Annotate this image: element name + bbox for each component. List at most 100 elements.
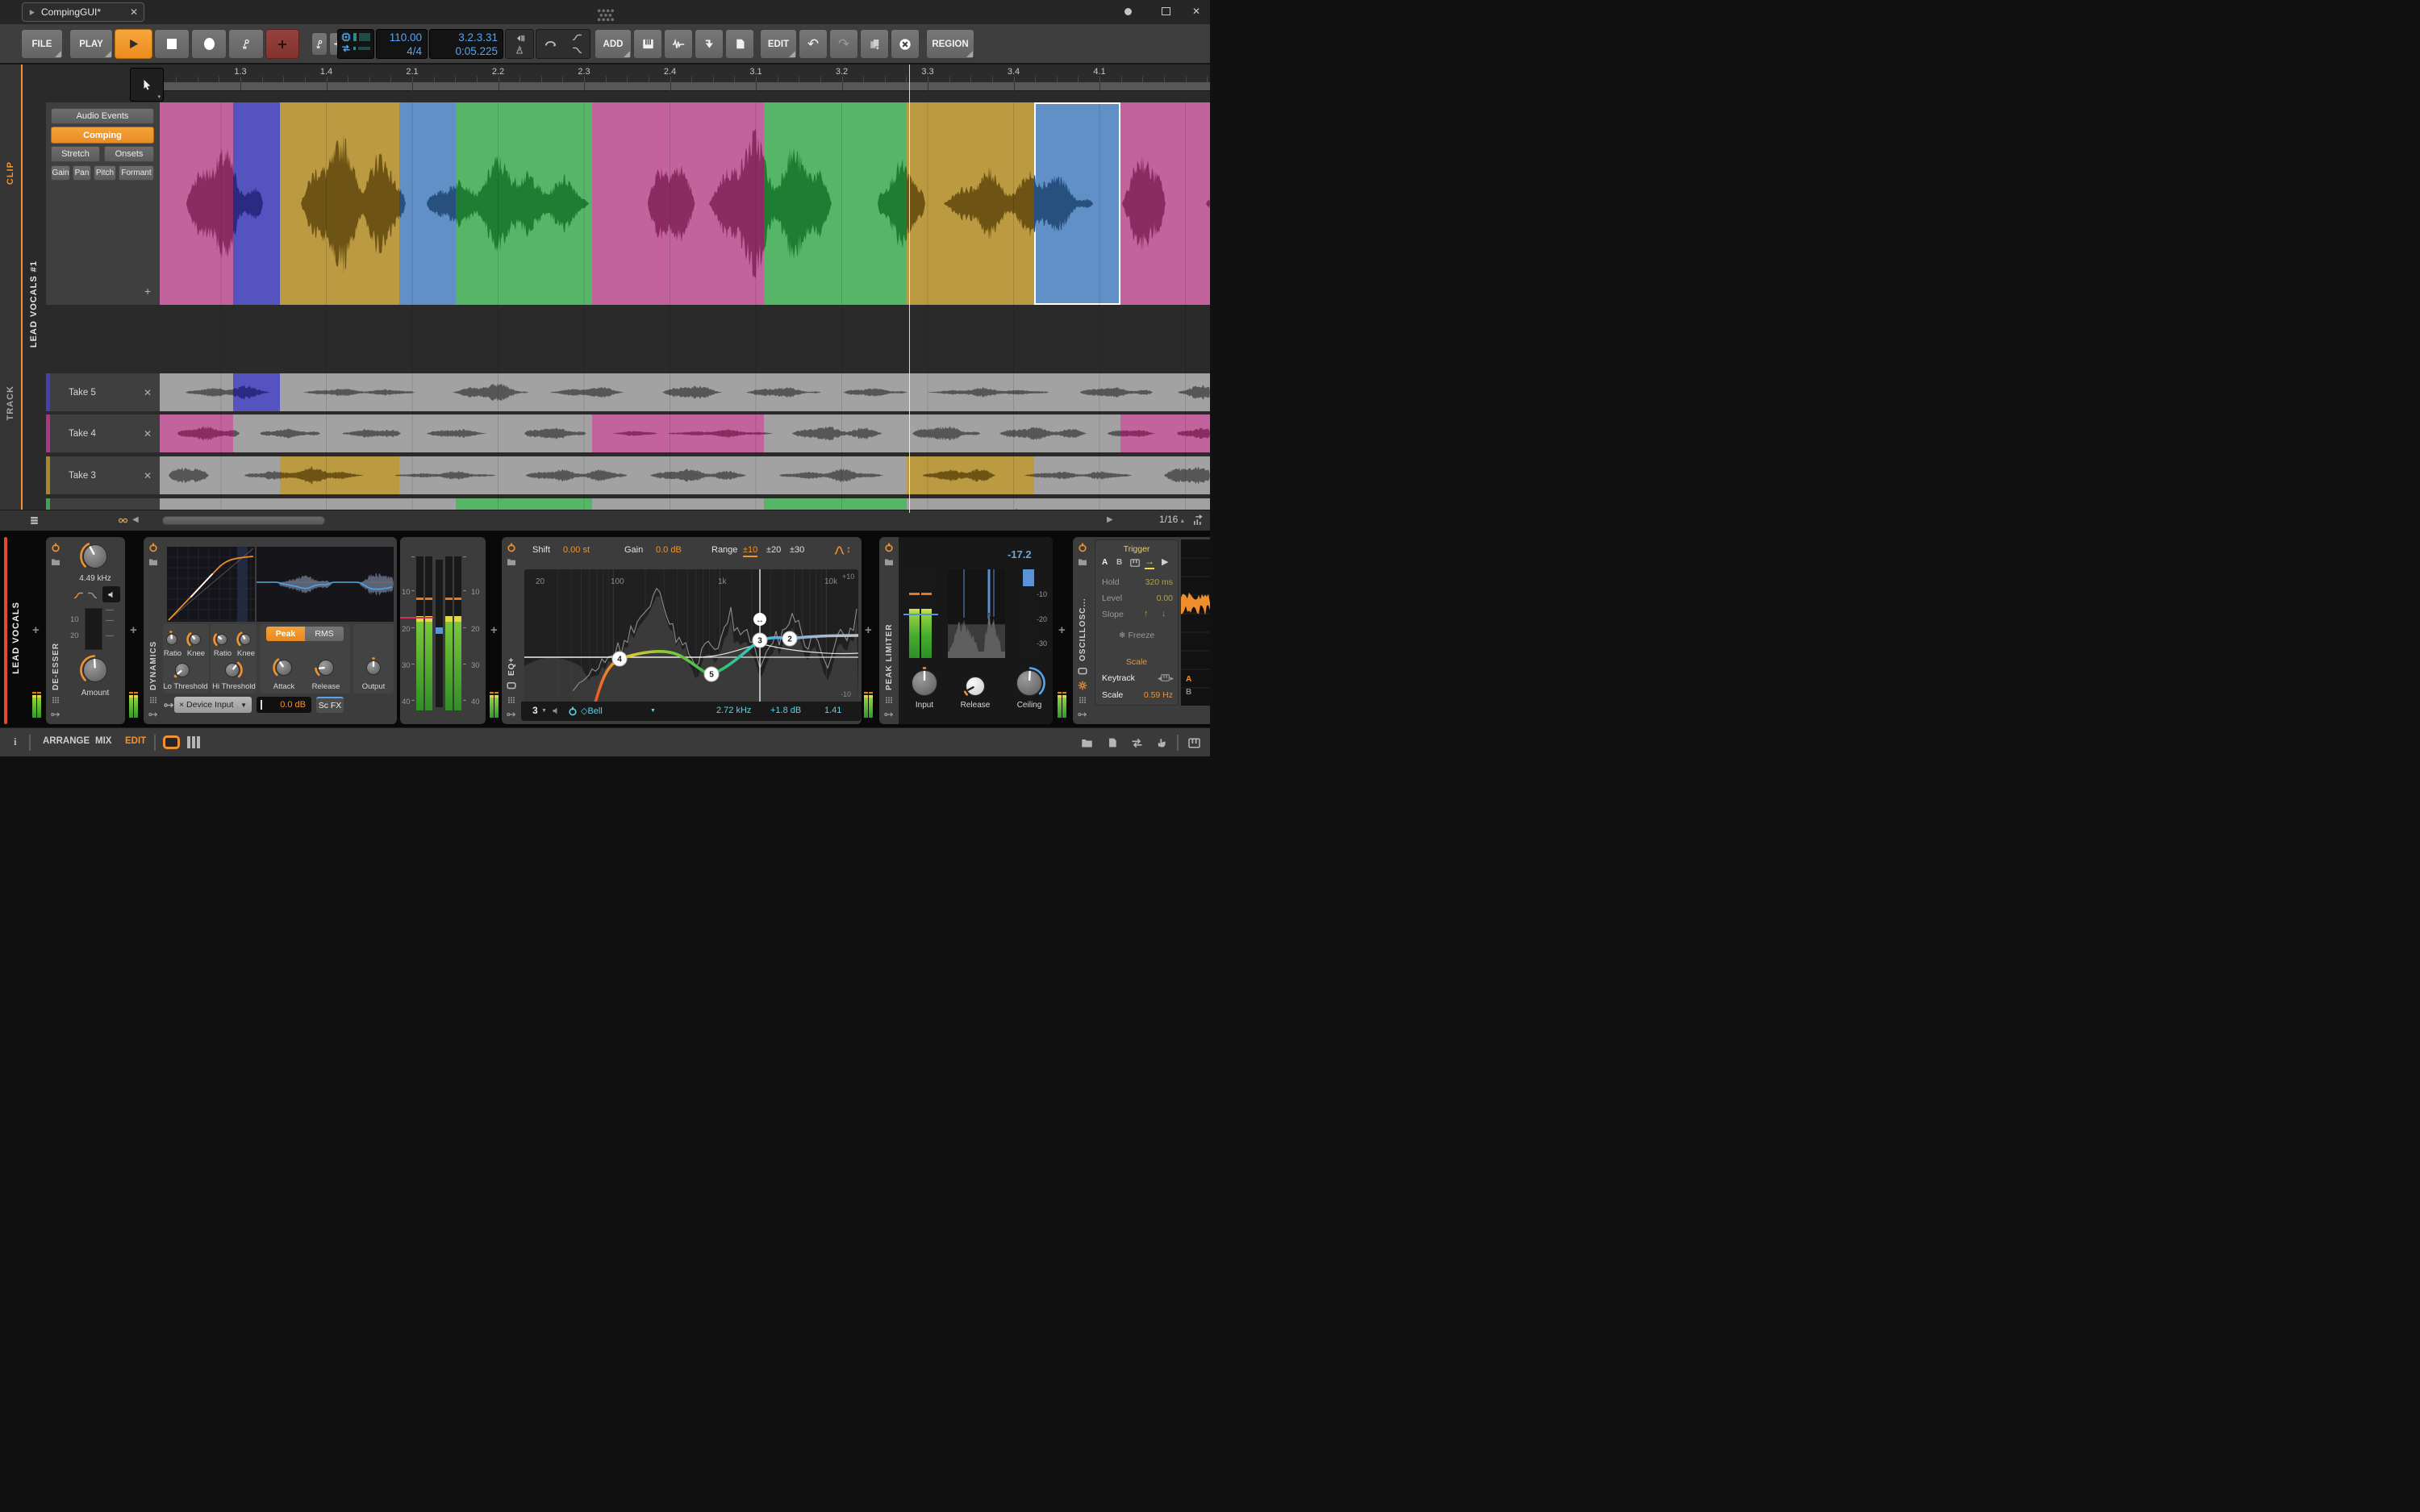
play-button[interactable]	[115, 29, 152, 59]
region-menu-button[interactable]: REGION	[926, 29, 974, 59]
comp-segment-tan[interactable]	[280, 102, 399, 305]
eq-band-solo-icon[interactable]	[552, 706, 561, 715]
automation-write-button[interactable]	[311, 32, 328, 56]
add-device-button[interactable]: +	[490, 623, 498, 637]
eq-shift-value[interactable]: 0.00 st	[563, 545, 590, 555]
dynamics-knee2-knob[interactable]	[236, 631, 254, 648]
device-settings-icon[interactable]	[1078, 681, 1087, 690]
onsets-button[interactable]: Onsets	[104, 146, 154, 162]
metronome-icon[interactable]	[515, 45, 524, 55]
edit-view-tab[interactable]: EDIT	[125, 736, 146, 746]
arrange-view-tab[interactable]: ARRANGE	[43, 736, 90, 746]
punch-in-icon[interactable]	[515, 33, 525, 44]
take-segment-tan[interactable]	[907, 456, 1034, 494]
eq-band-gain[interactable]: +1.8 dB	[770, 706, 801, 715]
take-delete-icon[interactable]: ✕	[144, 428, 152, 439]
limiter-input-knob[interactable]	[908, 667, 941, 699]
device-preset-icon[interactable]	[507, 557, 516, 567]
take-lane-take-4[interactable]	[160, 414, 1210, 452]
take-segment-tan[interactable]	[280, 456, 399, 494]
position-display[interactable]: 3.2.3.31 0:05.225	[429, 29, 503, 59]
playhead[interactable]	[909, 65, 910, 513]
track-name[interactable]: LEAD VOCALS	[11, 602, 21, 674]
layers-icon[interactable]	[29, 515, 40, 526]
formant-button[interactable]: Formant	[119, 165, 154, 181]
comp-segment-blue-selected[interactable]	[1034, 102, 1120, 305]
dynamics-ratio2-knob[interactable]	[213, 631, 231, 648]
info-icon[interactable]: i	[14, 735, 17, 748]
comp-segment-tan[interactable]	[907, 102, 1034, 305]
automation-follow-icon[interactable]	[572, 32, 582, 43]
device-power-icon[interactable]	[51, 543, 60, 552]
eq-band-q[interactable]: 1.41	[824, 706, 841, 715]
take-lane-take-3[interactable]	[160, 456, 1210, 494]
eq-band-power-icon[interactable]	[568, 706, 578, 716]
deesser-amount-knob[interactable]	[80, 655, 111, 685]
comp-segment-magenta[interactable]	[1120, 102, 1210, 305]
pitch-button[interactable]: Pitch	[94, 165, 116, 181]
clip-tab[interactable]: CLIP	[6, 161, 15, 185]
minimize-button[interactable]	[1124, 8, 1132, 15]
mixer-view-toggle[interactable]	[187, 736, 200, 748]
device-routing-icon[interactable]	[507, 710, 516, 719]
eq-band-number[interactable]: 3	[532, 705, 538, 716]
comp-segment-magenta[interactable]	[160, 102, 233, 305]
device-preset-icon[interactable]	[884, 557, 894, 567]
add-menu-button[interactable]: ADD	[595, 29, 632, 59]
sidechain-gain-field[interactable]: 0.0 dB	[257, 697, 311, 713]
device-routing-icon[interactable]	[148, 710, 158, 719]
device-preset-icon[interactable]	[51, 557, 60, 567]
limiter-threshold-line[interactable]	[903, 614, 938, 615]
eq-bell-display-icon[interactable]	[834, 545, 845, 556]
stretch-button[interactable]: Stretch	[51, 146, 100, 162]
sidechain-source-icon[interactable]	[164, 700, 174, 710]
slope-down-icon[interactable]: ↓	[1162, 609, 1166, 619]
scroll-right-arrow[interactable]: ▶	[1107, 515, 1113, 524]
record-button[interactable]	[191, 29, 227, 59]
gain-button[interactable]: Gain	[51, 165, 70, 181]
add-device-button[interactable]: +	[865, 623, 872, 637]
overdub-button[interactable]	[228, 29, 264, 59]
limiter-ceiling-knob[interactable]	[1013, 667, 1045, 699]
device-display-icon[interactable]	[1078, 666, 1087, 676]
comping-button[interactable]: Comping	[51, 127, 154, 144]
device-power-icon[interactable]	[148, 543, 158, 552]
eq-band-dropdown-arrow[interactable]: ▼	[541, 708, 547, 714]
device-de-esser[interactable]: DE-ESSER 4.49 kHz 10 20 Amount	[46, 537, 125, 724]
trigger-source-b[interactable]: B	[1116, 558, 1122, 567]
sidechain-fx-button[interactable]: Sc FX	[316, 697, 344, 713]
channel-b-label[interactable]: B	[1186, 688, 1191, 697]
eq-band-freq[interactable]: 2.72 kHz	[716, 706, 751, 715]
dynamics-output-knob[interactable]	[363, 657, 384, 678]
take-label-take-4[interactable]: Take 4 ✕	[46, 414, 160, 452]
take-lane-take-5[interactable]	[160, 373, 1210, 411]
add-effect-track-button[interactable]	[695, 29, 724, 59]
eq-curve-display[interactable]: 20 100 1k 10k +10 -10 ↔ 4 5 3 2	[524, 569, 858, 702]
take-label-take-3[interactable]: Take 3 ✕	[46, 456, 160, 494]
device-display-icon[interactable]	[507, 681, 516, 690]
device-remote-controls-icon[interactable]	[148, 695, 158, 705]
device-remote-controls-icon[interactable]	[1078, 695, 1087, 705]
trigger-source-a[interactable]: A	[1102, 558, 1108, 567]
deesser-bandpass-icon[interactable]	[87, 590, 98, 601]
hold-value[interactable]: 320 ms	[1145, 577, 1173, 587]
browser-panel-icon[interactable]	[1081, 737, 1093, 749]
comp-segment-green[interactable]	[456, 102, 592, 305]
pan-button[interactable]: Pan	[73, 165, 91, 181]
dynamics-release-knob[interactable]	[315, 656, 337, 679]
horizontal-scrollbar[interactable]	[162, 516, 325, 525]
dynamics-ratio1-knob[interactable]	[163, 631, 181, 648]
close-button[interactable]: ✕	[1192, 6, 1200, 17]
eq-range-20[interactable]: ±20	[766, 545, 781, 555]
comp-segment-magenta[interactable]	[592, 102, 764, 305]
peak-option[interactable]: Peak	[266, 627, 305, 641]
take-delete-icon[interactable]: ✕	[144, 470, 152, 481]
device-peak-limiter[interactable]: PEAK LIMITER -17.2 -10 -20 -30 Input Rel…	[879, 537, 1053, 724]
dynamics-transfer-curve[interactable]	[167, 547, 255, 622]
add-device-button[interactable]: +	[130, 623, 137, 637]
peak-rms-toggle[interactable]: Peak RMS	[266, 627, 344, 641]
device-oscilloscope[interactable]: OSCILLOSC... Trigger A B → ▶ Hold 320 ms…	[1073, 537, 1210, 724]
undo-button[interactable]: ↶	[799, 29, 828, 59]
deesser-frequency-value[interactable]: 4.49 kHz	[79, 574, 111, 583]
take-segment-magenta[interactable]	[160, 414, 233, 452]
